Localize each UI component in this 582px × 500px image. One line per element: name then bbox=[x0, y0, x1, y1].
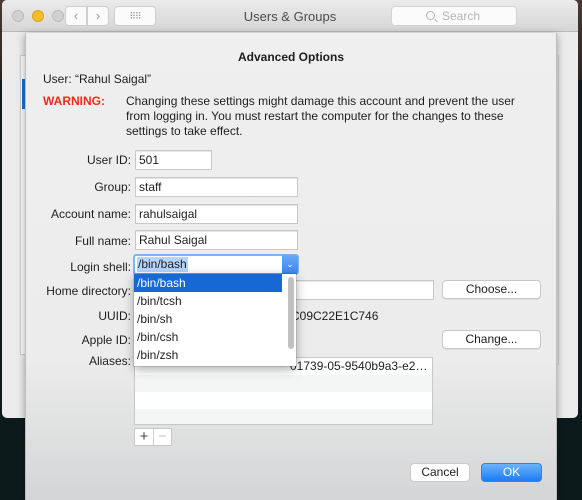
ok-button[interactable]: OK bbox=[481, 463, 542, 482]
shell-option-bash[interactable]: /bin/bash bbox=[134, 274, 282, 292]
shell-option-zsh[interactable]: /bin/zsh bbox=[134, 346, 282, 364]
user-id-label: User ID: bbox=[86, 153, 131, 167]
add-alias-button[interactable]: + bbox=[135, 429, 153, 445]
alias-row[interactable] bbox=[135, 392, 432, 409]
advanced-options-sheet: Advanced Options User: “Rahul Saigal” WA… bbox=[25, 33, 557, 500]
login-shell-label: Login shell: bbox=[70, 260, 131, 274]
home-directory-label: Home directory: bbox=[46, 284, 131, 298]
shell-option-csh[interactable]: /bin/csh bbox=[134, 328, 282, 346]
group-label: Group: bbox=[94, 180, 131, 194]
alias-row[interactable] bbox=[135, 375, 432, 392]
warning-text: Changing these settings might damage thi… bbox=[126, 94, 515, 138]
background-panel-edge bbox=[558, 55, 564, 365]
search-field[interactable]: Search bbox=[391, 6, 517, 26]
login-shell-value[interactable]: /bin/bash bbox=[137, 257, 188, 272]
remove-alias-button[interactable]: − bbox=[152, 429, 171, 445]
user-id-field[interactable]: 501 bbox=[135, 150, 212, 170]
full-name-field[interactable]: Rahul Saigal bbox=[135, 230, 298, 250]
warning-label: WARNING: bbox=[43, 94, 105, 108]
login-shell-dropdown[interactable]: /bin/bash /bin/tcsh /bin/sh /bin/csh /bi… bbox=[134, 274, 296, 366]
account-name-label: Account name: bbox=[50, 207, 131, 221]
uuid-value: C09C22E1C746 bbox=[291, 309, 379, 323]
account-name-field[interactable]: rahulsaigal bbox=[135, 204, 298, 224]
change-apple-id-button[interactable]: Change... bbox=[442, 330, 541, 349]
shell-option-sh[interactable]: /bin/sh bbox=[134, 310, 282, 328]
chevron-down-icon[interactable]: ⌄ bbox=[282, 255, 298, 274]
search-placeholder: Search bbox=[442, 9, 481, 23]
dropdown-scrollbar[interactable] bbox=[288, 277, 294, 349]
user-name-line: User: “Rahul Saigal” bbox=[43, 72, 152, 86]
choose-button[interactable]: Choose... bbox=[442, 280, 541, 299]
title-bar: ‹ › ⠿⠿ Users & Groups Search bbox=[2, 0, 578, 32]
uuid-label: UUID: bbox=[98, 309, 131, 323]
aliases-label: Aliases: bbox=[88, 354, 131, 368]
alias-add-remove-control: + − bbox=[134, 428, 172, 446]
sheet-title: Advanced Options bbox=[237, 50, 344, 64]
full-name-label: Full name: bbox=[74, 234, 131, 248]
login-shell-combobox[interactable]: /bin/bash ⌄ bbox=[133, 254, 299, 275]
apple-id-label: Apple ID: bbox=[81, 333, 131, 347]
cancel-button[interactable]: Cancel bbox=[410, 463, 470, 482]
group-field[interactable]: staff bbox=[135, 177, 298, 197]
shell-option-tcsh[interactable]: /bin/tcsh bbox=[134, 292, 282, 310]
alias-row[interactable] bbox=[135, 409, 432, 424]
alias-value: 01739-05-9540b9a3-e2… bbox=[290, 359, 428, 373]
search-icon bbox=[426, 11, 435, 20]
aliases-list[interactable]: 01739-05-9540b9a3-e2… bbox=[134, 357, 433, 425]
